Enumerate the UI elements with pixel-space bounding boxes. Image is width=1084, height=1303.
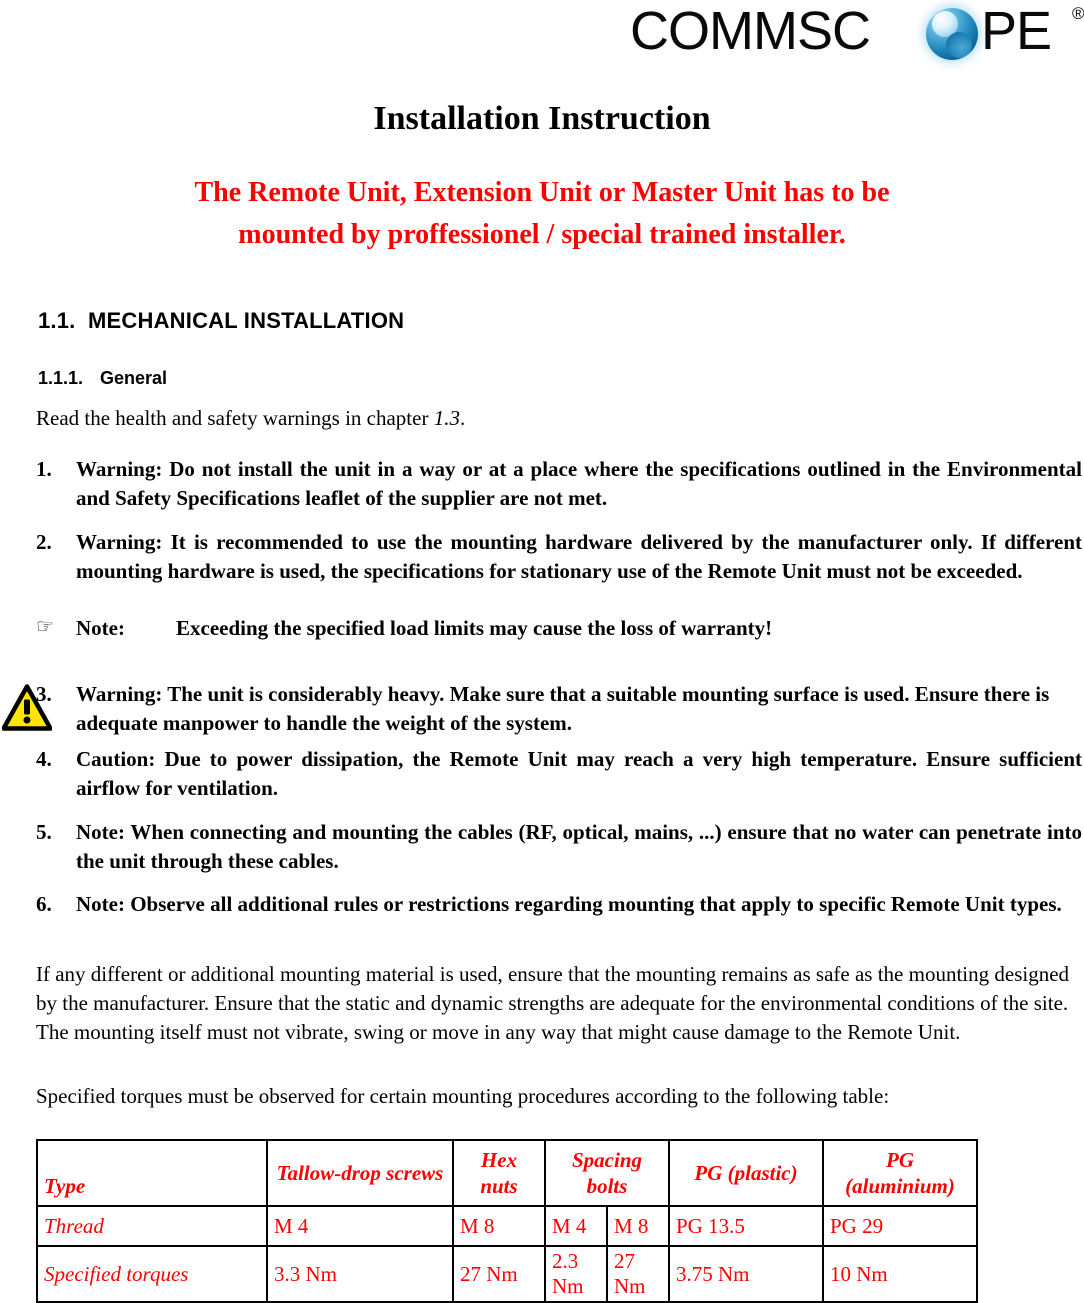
list-item-marker: 4. [36, 747, 52, 771]
row-label-thread: Thread [36, 1205, 268, 1247]
commscope-logo: COMMSC PE ® [630, 1, 1084, 64]
registered-trademark-icon: ® [1072, 4, 1084, 23]
table-header-tallow-drop-screws: Tallow-drop screws [266, 1139, 454, 1207]
table-header-pg-plastic: PG (plastic) [668, 1139, 824, 1207]
table-header-spacing-bolts: Spacing bolts [544, 1139, 670, 1207]
commscope-sphere-icon [926, 8, 978, 60]
page-title: Installation Instruction [373, 100, 711, 137]
intro-text-before: Read the health and safety warnings in c… [36, 406, 434, 430]
section-heading: 1.1. MECHANICAL INSTALLATION [38, 308, 404, 334]
cell-torque-pg-plastic: 3.75 Nm [668, 1245, 824, 1303]
cell-thread-tallow: M 4 [266, 1205, 454, 1247]
list-item-marker: 5. [36, 820, 52, 844]
warning-banner-line2: mounted by proffessionel / special train… [238, 219, 846, 250]
table-header-row: Type Tallow-drop screws Hex nuts Spacing… [36, 1139, 978, 1207]
pointing-hand-icon: ☞ [36, 616, 54, 638]
list-item: 4. Caution: Due to power dissipation, th… [36, 745, 1082, 803]
list-item-text: Warning: It is recommended to use the mo… [76, 530, 1082, 583]
list-item: 2. Warning: It is recommended to use the… [36, 528, 1082, 586]
intro-text-after: . [459, 406, 466, 430]
list-item: 5. Note: When connecting and mounting th… [36, 818, 1082, 876]
cell-thread-spacing2: M 8 [606, 1205, 670, 1247]
table-header-pg-aluminium: PG (aluminium) [822, 1139, 978, 1207]
section-number: 1.1. [38, 308, 76, 333]
note-callout: ☞ Note: Exceeding the specified load lim… [36, 614, 1082, 643]
cell-torque-spacing2: 27 Nm [606, 1245, 670, 1303]
note-label: Note: [76, 616, 125, 640]
list-item: 6. Note: Observe all additional rules or… [36, 890, 1082, 919]
row-label-specified-torques: Specified torques [36, 1245, 268, 1303]
torque-intro-paragraph: Specified torques must be observed for c… [36, 1084, 890, 1108]
table-header-type: Type [36, 1139, 268, 1207]
list-item-text: Note: When connecting and mounting the c… [76, 820, 1082, 873]
logo-text-part1: COMMSC [630, 1, 871, 61]
subsection-title: General [100, 368, 168, 388]
warning-banner-line1: The Remote Unit, Extension Unit or Maste… [194, 177, 890, 208]
table-row: Specified torques 3.3 Nm 27 Nm 2.3 Nm 27… [36, 1245, 978, 1303]
cell-thread-hex: M 8 [452, 1205, 546, 1247]
mounting-material-paragraph: If any different or additional mounting … [36, 962, 1070, 1044]
torque-table: Type Tallow-drop screws Hex nuts Spacing… [36, 1139, 978, 1303]
list-item: 1. Warning: Do not install the unit in a… [36, 455, 1082, 513]
chapter-reference: 1.3 [433, 406, 460, 430]
cell-thread-pg-plastic: PG 13.5 [668, 1205, 824, 1247]
cell-torque-pg-aluminium: 10 Nm [822, 1245, 978, 1303]
list-item-marker: 3. [36, 682, 52, 706]
list-item-text: Warning: The unit is considerably heavy.… [76, 682, 1050, 735]
cell-torque-tallow: 3.3 Nm [266, 1245, 454, 1303]
list-item-text: Warning: Do not install the unit in a wa… [76, 457, 1082, 510]
table-header-hex-nuts: Hex nuts [452, 1139, 546, 1207]
section-title: MECHANICAL INSTALLATION [88, 308, 405, 333]
subsection-heading: 1.1.1. General [38, 368, 167, 389]
note-text: Exceeding the specified load limits may … [176, 616, 773, 640]
cell-thread-spacing1: M 4 [544, 1205, 608, 1247]
warning-banner: The Remote Unit, Extension Unit or Maste… [92, 172, 992, 256]
cell-torque-spacing1: 2.3 Nm [544, 1245, 608, 1303]
list-item-text: Caution: Due to power dissipation, the R… [76, 747, 1082, 800]
list-item: 3. Warning: The unit is considerably hea… [36, 680, 1082, 738]
table-row: Thread M 4 M 8 M 4 M 8 PG 13.5 PG 29 [36, 1205, 978, 1247]
cell-thread-pg-aluminium: PG 29 [822, 1205, 978, 1247]
list-item-marker: 1. [36, 457, 52, 481]
list-item-marker: 2. [36, 530, 52, 554]
intro-paragraph: Read the health and safety warnings in c… [36, 404, 836, 433]
cell-torque-hex: 27 Nm [452, 1245, 546, 1303]
list-item-text: Note: Observe all additional rules or re… [76, 892, 1062, 916]
subsection-number: 1.1.1. [38, 368, 84, 388]
logo-text-part2: PE [981, 1, 1052, 61]
list-item-marker: 6. [36, 892, 52, 916]
